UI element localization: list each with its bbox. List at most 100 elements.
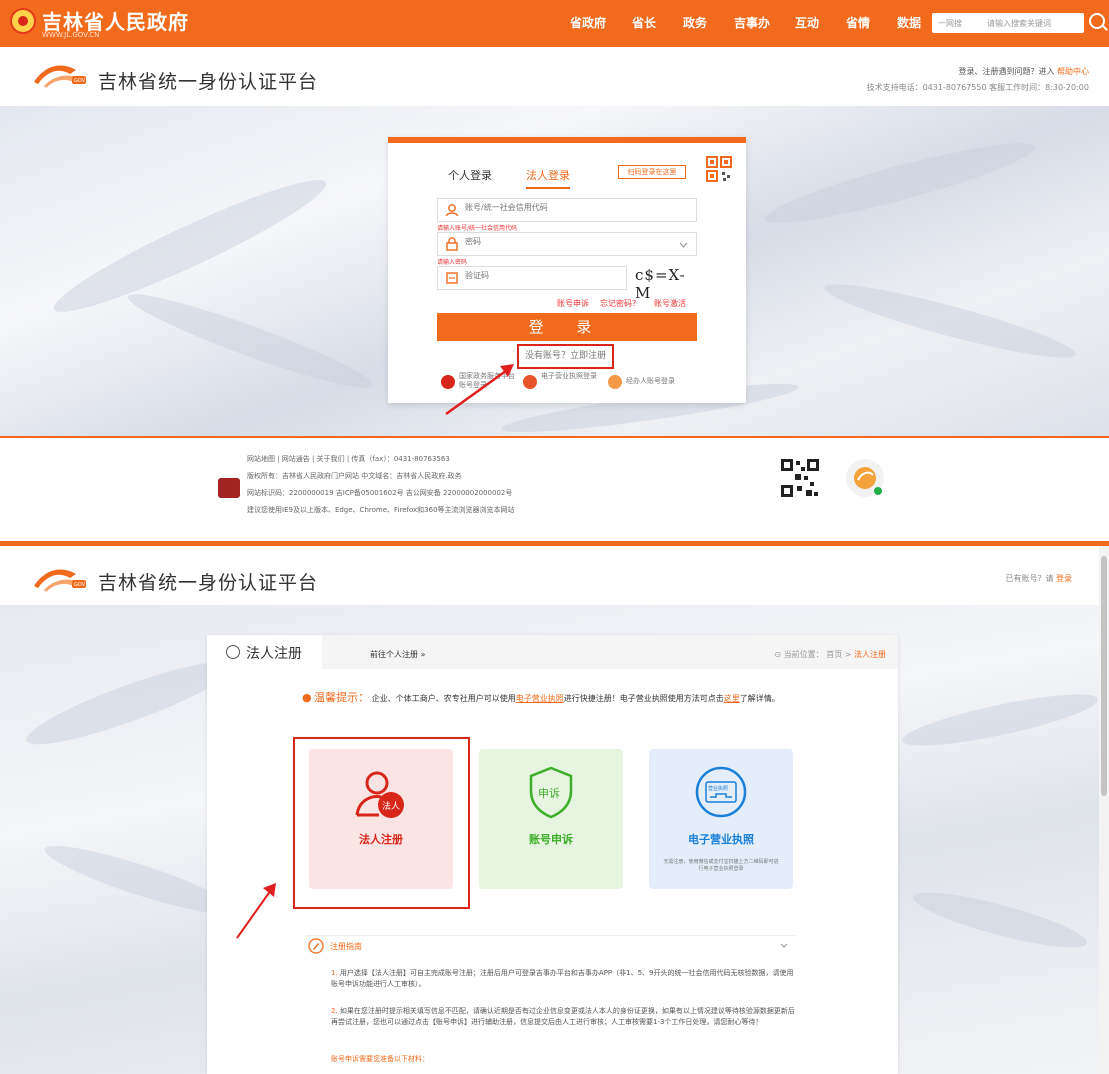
appeal-shield-icon: 申诉 [529, 766, 573, 819]
business-license-login[interactable]: 电子营业执照登录 [523, 372, 603, 394]
account-field[interactable] [437, 198, 697, 222]
captcha-field[interactable] [437, 266, 665, 290]
notice-text-c: 了解详情。 [739, 694, 780, 703]
footer-links[interactable]: 网站地图 | 网站通告 | 关于我们 | 传真（fax）：0431-807635… [247, 454, 450, 464]
register-link[interactable]: 没有账号？立即注册 [517, 344, 614, 369]
platform-logo-icon: GOV [34, 65, 86, 88]
register-guide: 注册指南 1. 用户选择【法人注册】可自主完成账号注册；注册后用户可登录吉事办平… [306, 935, 796, 1071]
account-activate-link[interactable]: 账号激活 [654, 298, 686, 309]
scan-login-tip: 扫码登录在这里 [618, 165, 686, 179]
help-prefix: 登录、注册遇到问题？进入 [958, 67, 1055, 76]
login-button[interactable]: 登 录 [437, 313, 697, 341]
footer-copyright: 版权所有：吉林省人民政府门户网站 中文域名：吉林省人民政府.政务 [247, 472, 462, 480]
guide-paragraph: 1. 用户选择【法人注册】可自主完成账号注册；注册后用户可登录吉事办平台和吉事办… [331, 969, 794, 988]
business-license-login-label: 电子营业执照登录 [541, 372, 597, 380]
agent-account-login-label: 经办人账号登录 [626, 377, 675, 385]
highlight-box [293, 737, 470, 909]
footer-icp[interactable]: 网站标识码：2200000019 吉ICP备05001602号 吉公网安备 22… [247, 488, 512, 498]
notice-license-link[interactable]: 电子营业执照 [516, 694, 564, 703]
platform-logo-icon: GOV [34, 569, 86, 592]
account-appeal-link[interactable]: 账号申诉 [557, 298, 589, 309]
scrollbar-thumb[interactable] [1101, 556, 1107, 796]
mini-program-code-icon [846, 459, 884, 497]
help-center-link[interactable]: 帮助中心 [1057, 67, 1089, 76]
account-input[interactable] [465, 203, 665, 212]
account-appeal-label: 账号申诉 [529, 833, 573, 846]
user-icon [445, 204, 459, 217]
chevron-down-icon[interactable] [679, 242, 688, 248]
chevron-down-icon[interactable] [780, 943, 788, 948]
footer-browser-tip: 建议您使用IE9及以上版本、Edge、Chrome、Firefox和360等主流… [247, 506, 515, 514]
tab-legal-register-label: 法人注册 [246, 646, 302, 662]
search-icon[interactable] [1089, 13, 1105, 29]
notice-text-b: 进行快捷注册！电子营业执照使用方法可点击 [563, 694, 724, 703]
annotation-arrow-icon [236, 883, 276, 939]
password-input[interactable] [465, 237, 665, 246]
guide-header[interactable]: 注册指南 [306, 936, 796, 958]
svg-text:GOV: GOV [74, 78, 86, 84]
search-placeholder: 请输入搜索关键词 [987, 19, 1051, 28]
edit-icon [226, 645, 240, 659]
nav-item-province-info[interactable]: 省情 [846, 0, 870, 47]
search-input[interactable]: 一网搜 请输入搜索关键词 [932, 13, 1084, 33]
nav-item-province-gov[interactable]: 省政府 [570, 0, 606, 47]
tab-personal-login[interactable]: 个人登录 [448, 167, 492, 183]
login-link[interactable]: 登录 [1056, 574, 1072, 583]
notice-text-a: 企业、个体工商户、农专社用户可以使用 [371, 694, 516, 703]
personal-register-link[interactable]: 前往个人注册 » [370, 649, 425, 660]
guide-title: 注册指南 [330, 942, 362, 951]
lock-icon [446, 237, 458, 251]
support-info: 技术支持电话：0431-80767550 客服工作时间：8:30-20:00 [866, 83, 1089, 92]
warm-notice: ● 温馨提示： 企业、个体工商户、农专社用户可以使用电子营业执照进行快捷注册！电… [302, 689, 780, 705]
captcha-image[interactable]: c$=X-M [635, 266, 697, 302]
search-scope-select[interactable]: 一网搜 [938, 18, 962, 29]
page: { "govbar": { "title": "吉林省人民政府", "subti… [0, 0, 1109, 1074]
e-license-label: 电子营业执照 [688, 833, 754, 846]
nav-item-affairs[interactable]: 政务 [683, 0, 707, 47]
breadcrumb: ⊙ 当前位置： 首页 > 法人注册 [774, 649, 886, 660]
license-emblem-icon [523, 375, 537, 389]
notice-here-link[interactable]: 这里 [724, 694, 740, 703]
party-emblem-icon[interactable] [218, 478, 240, 498]
license-badge-text: 营业执照 [708, 785, 728, 792]
platform-header: GOV 吉林省统一身份认证平台 [0, 47, 1109, 105]
password-field[interactable] [437, 232, 697, 256]
breadcrumb-separator: > [844, 650, 852, 659]
login-prompt-text: 已有账号？请 [1005, 574, 1054, 583]
e-license-desc: 无需注册，使用微信或支付宝扫描上方二维码即可进行电子营业执照登录 [663, 859, 779, 872]
platform-header: GOV 吉林省统一身份认证平台 [0, 546, 1109, 604]
captcha-icon [446, 272, 458, 284]
password-error: 请输入密码 [437, 259, 468, 266]
e-license-card[interactable]: 营业执照 电子营业执照 无需注册，使用微信或支付宝扫描上方二维码即可进行电子营业… [649, 749, 793, 889]
platform-title: 吉林省统一身份认证平台 [98, 572, 319, 594]
guide-p1: 用户选择【法人注册】可自主完成账号注册；注册后用户可登录吉事办平台和吉事办APP… [331, 969, 794, 988]
tab-legal-register[interactable]: 法人注册 [207, 635, 322, 669]
guide-p2: 如果在您注册时提示相关填写信息不匹配，请确认近期是否有过企业信息变更或法人本人的… [331, 1007, 795, 1026]
nav-item-governor[interactable]: 省长 [632, 0, 656, 47]
register-panel-header: 法人注册 前往个人注册 » ⊙ 当前位置： 首页 > 法人注册 [207, 635, 898, 669]
tab-legal-login[interactable]: 法人登录 [526, 167, 570, 189]
agent-user-icon [608, 375, 622, 389]
breadcrumb-label: 当前位置： [783, 650, 824, 659]
platform-title: 吉林省统一身份认证平台 [98, 71, 319, 93]
guide-paragraph: 2. 如果在您注册时提示相关填写信息不匹配，请确认近期是否有过企业信息变更或法人… [331, 1007, 795, 1026]
forgot-password-link[interactable]: 忘记密码？ [600, 298, 640, 309]
qr-code-icon[interactable] [706, 156, 732, 182]
guide-icon [308, 938, 324, 954]
location-pin-icon: ⊙ [774, 650, 784, 659]
breadcrumb-current: 法人注册 [854, 650, 886, 659]
appeal-badge-text: 申诉 [538, 787, 560, 800]
login-prompt: 已有账号？请 登录 [1005, 573, 1072, 584]
national-emblem-icon [10, 8, 36, 34]
breadcrumb-home[interactable]: 首页 [826, 650, 842, 659]
gov-site-domain: WWW.JL.GOV.CN [42, 31, 100, 39]
annotation-arrow-icon [445, 364, 514, 416]
nav-item-interaction[interactable]: 互动 [795, 0, 819, 47]
nav-item-data[interactable]: 数据 [897, 0, 921, 47]
agent-account-login[interactable]: 经办人账号登录 [608, 372, 698, 394]
nav-item-jishiban[interactable]: 吉事办 [734, 0, 770, 47]
gov-top-bar: 吉林省人民政府 WWW.JL.GOV.CN 省政府 省长 政务 吉事办 互动 省… [0, 0, 1109, 47]
qr-code-icon [780, 458, 820, 498]
account-appeal-card[interactable]: 申诉 账号申诉 [479, 749, 623, 889]
notice-label: 温馨提示： [314, 691, 370, 704]
